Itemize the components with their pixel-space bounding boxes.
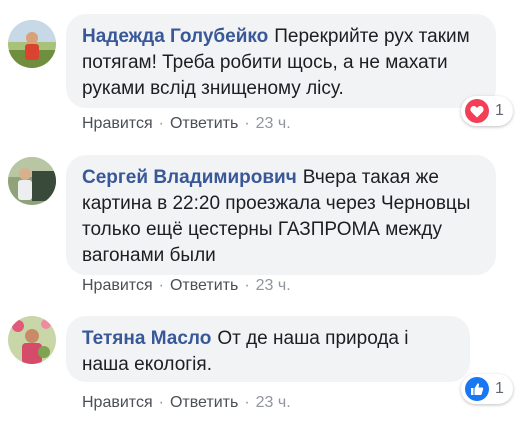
comment-item: Тетяна Масло От де наша природа і наша ек… <box>0 300 531 421</box>
separator: · <box>244 277 250 294</box>
reaction-count: 1 <box>495 380 504 397</box>
reply-link[interactable]: Ответить <box>170 394 238 411</box>
like-link[interactable]: Нравится <box>82 394 153 411</box>
comment-timestamp[interactable]: 23 ч. <box>256 394 291 411</box>
thumbs-up-icon <box>465 377 489 401</box>
reply-link[interactable]: Ответить <box>170 115 238 132</box>
separator: · <box>158 394 164 411</box>
comment-timestamp[interactable]: 23 ч. <box>256 115 291 132</box>
comment-actions: Нравится · Ответить · 23 ч. <box>82 115 291 133</box>
comment-actions: Нравится · Ответить · 23 ч. <box>82 277 291 295</box>
separator: · <box>158 277 164 294</box>
avatar[interactable] <box>8 20 56 68</box>
comment-timestamp[interactable]: 23 ч. <box>256 277 291 294</box>
comment-bubble: Сергей Владимирович Вчера такая же картин… <box>66 155 496 275</box>
reaction-badge[interactable]: 1 <box>461 96 513 126</box>
comment-item: Сергей Владимирович Вчера такая же картин… <box>0 140 531 300</box>
avatar[interactable] <box>8 316 56 364</box>
heart-icon <box>465 99 489 123</box>
avatar[interactable] <box>8 157 56 205</box>
reaction-badge[interactable]: 1 <box>461 374 513 404</box>
reply-link[interactable]: Ответить <box>170 277 238 294</box>
comment-author[interactable]: Надежда Голубейко <box>82 26 268 47</box>
comment-actions: Нравится · Ответить · 23 ч. <box>82 394 291 412</box>
like-link[interactable]: Нравится <box>82 115 153 132</box>
separator: · <box>244 115 250 132</box>
separator: · <box>158 115 164 132</box>
comment-bubble: Надежда Голубейко Перекрийте рух таким по… <box>66 14 496 108</box>
separator: · <box>244 394 250 411</box>
comment-author[interactable]: Сергей Владимирович <box>82 167 297 188</box>
reaction-count: 1 <box>495 102 504 119</box>
comment-bubble: Тетяна Масло От де наша природа і наша ек… <box>66 316 470 382</box>
comment-item: Надежда Голубейко Перекрийте рух таким по… <box>0 0 531 140</box>
like-link[interactable]: Нравится <box>82 277 153 294</box>
comment-author[interactable]: Тетяна Масло <box>82 328 211 349</box>
